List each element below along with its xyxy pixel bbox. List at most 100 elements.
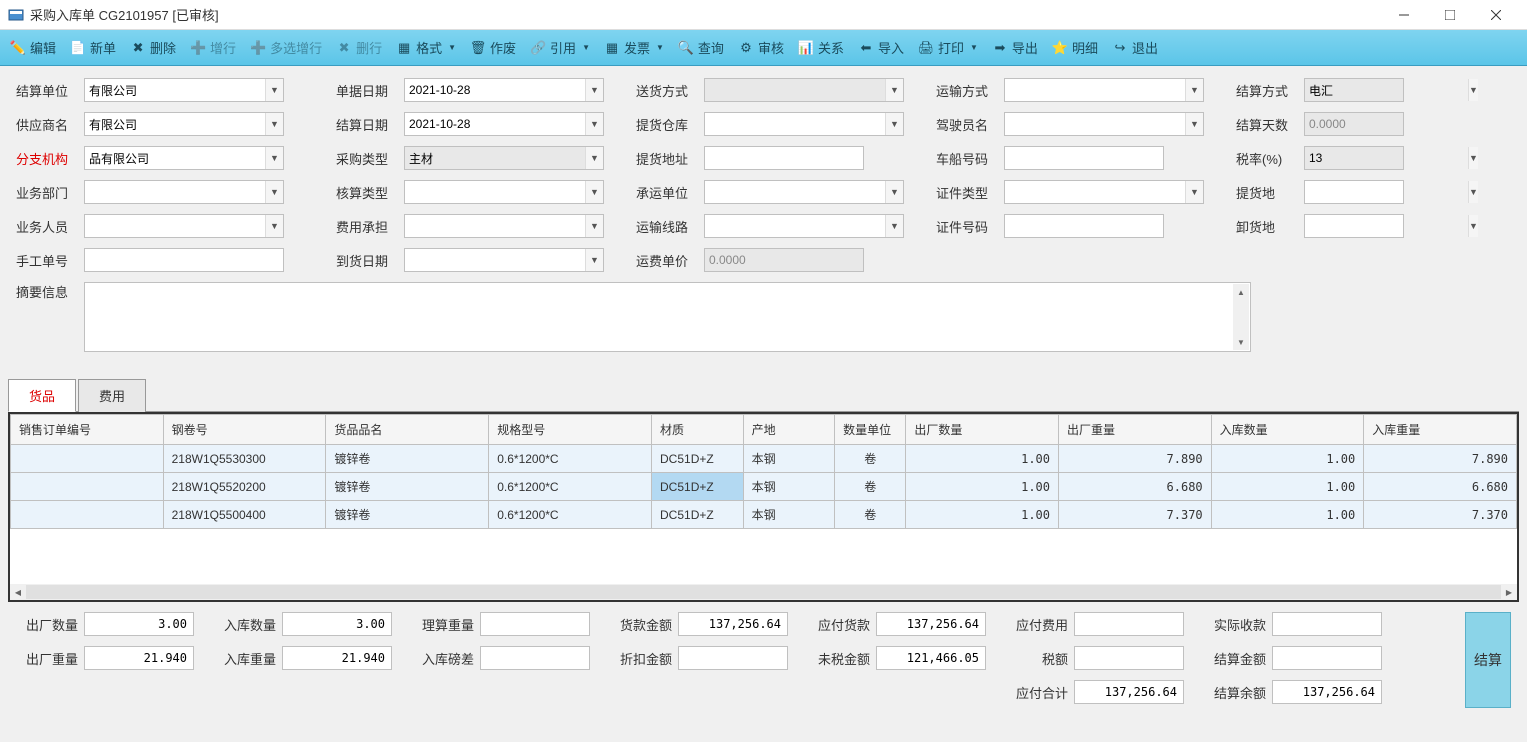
branch-combo[interactable]: ▼ <box>84 146 284 170</box>
delivery_method-combo[interactable]: ▼ <box>704 78 904 102</box>
cell-qty-in[interactable]: 1.00 <box>1211 473 1364 501</box>
summary-input[interactable]: ▲ ▼ <box>84 282 1251 352</box>
chevron-down-icon[interactable]: ▼ <box>1468 147 1478 169</box>
cell-order[interactable] <box>11 473 164 501</box>
cell-wt-out[interactable]: 7.890 <box>1059 445 1212 473</box>
discount-input[interactable] <box>678 646 788 670</box>
doc_date-input[interactable] <box>405 83 585 97</box>
col-header[interactable]: 货品品名 <box>326 415 489 445</box>
cell-material[interactable]: DC51D+Z <box>652 501 744 529</box>
out_wt-input[interactable] <box>84 646 194 670</box>
route-combo[interactable]: ▼ <box>704 214 904 238</box>
chevron-down-icon[interactable]: ▼ <box>1185 113 1203 135</box>
unload_place-input[interactable] <box>1305 219 1468 233</box>
edit-button[interactable]: ✏️编辑 <box>4 34 62 61</box>
cell-unit[interactable]: 卷 <box>835 501 906 529</box>
pickup_addr-input[interactable] <box>704 146 864 170</box>
chevron-down-icon[interactable]: ▼ <box>1185 79 1203 101</box>
export-button[interactable]: ➡导出 <box>986 34 1044 61</box>
cell-qty-in[interactable]: 1.00 <box>1211 445 1364 473</box>
dept-input[interactable] <box>85 185 265 199</box>
grid-hscrollbar[interactable]: ◀ ▶ <box>10 584 1517 600</box>
payable_total-input[interactable] <box>1074 680 1184 704</box>
table-row[interactable]: 218W1Q5530300 镀锌卷 0.6*1200*C DC51D+Z 本钢 … <box>11 445 1517 473</box>
purchase_type-input[interactable] <box>405 151 585 165</box>
dept-combo[interactable]: ▼ <box>84 180 284 204</box>
chevron-down-icon[interactable]: ▼ <box>265 215 283 237</box>
col-header[interactable]: 出厂数量 <box>906 415 1059 445</box>
col-header[interactable]: 数量单位 <box>835 415 906 445</box>
col-header[interactable]: 出厂重量 <box>1059 415 1212 445</box>
query-button[interactable]: 🔍查询 <box>672 34 730 61</box>
payable_fee-input[interactable] <box>1074 612 1184 636</box>
void-button[interactable]: 🗑作废 <box>464 34 522 61</box>
chevron-down-icon[interactable]: ▼ <box>1185 181 1203 203</box>
exit-button[interactable]: ↪退出 <box>1106 34 1164 61</box>
invoice-button[interactable]: ▦发票▼ <box>598 34 670 61</box>
pickup_place-combo[interactable]: ▼ <box>1304 180 1404 204</box>
cell-qty-out[interactable]: 1.00 <box>906 473 1059 501</box>
transport_method-combo[interactable]: ▼ <box>1004 78 1204 102</box>
table-row[interactable]: 218W1Q5520200 镀锌卷 0.6*1200*C DC51D+Z 本钢 … <box>11 473 1517 501</box>
col-header[interactable]: 材质 <box>652 415 744 445</box>
delete-button[interactable]: ✖删除 <box>124 34 182 61</box>
unload_place-combo[interactable]: ▼ <box>1304 214 1404 238</box>
import-button[interactable]: ⬅导入 <box>852 34 910 61</box>
cell-qty-in[interactable]: 1.00 <box>1211 501 1364 529</box>
settle_unit-combo[interactable]: ▼ <box>84 78 284 102</box>
cert_type-input[interactable] <box>1005 185 1185 199</box>
cell-material[interactable]: DC51D+Z <box>652 473 744 501</box>
tax_amt-input[interactable] <box>1074 646 1184 670</box>
in_wt-input[interactable] <box>282 646 392 670</box>
goods_amt-input[interactable] <box>678 612 788 636</box>
scroll-right-icon[interactable]: ▶ <box>1501 584 1517 600</box>
maximize-button[interactable] <box>1427 0 1473 30</box>
untaxed-input[interactable] <box>876 646 986 670</box>
chevron-down-icon[interactable]: ▼ <box>585 147 603 169</box>
cell-wt-in[interactable]: 7.890 <box>1364 445 1517 473</box>
settle_date-combo[interactable]: ▼ <box>404 112 604 136</box>
relation-button[interactable]: 📊关系 <box>792 34 850 61</box>
cell-name[interactable]: 镀锌卷 <box>326 473 489 501</box>
cell-order[interactable] <box>11 445 164 473</box>
cell-spec[interactable]: 0.6*1200*C <box>489 501 652 529</box>
settle_method-combo[interactable]: ▼ <box>1304 78 1404 102</box>
supplier-combo[interactable]: ▼ <box>84 112 284 136</box>
delivery_method-input[interactable] <box>705 83 885 97</box>
doc_date-combo[interactable]: ▼ <box>404 78 604 102</box>
summary-scrollbar[interactable]: ▲ ▼ <box>1233 284 1249 350</box>
staff-combo[interactable]: ▼ <box>84 214 284 238</box>
cell-origin[interactable]: 本钢 <box>743 445 835 473</box>
print-button[interactable]: 🖨打印▼ <box>912 34 984 61</box>
scroll-down-icon[interactable]: ▼ <box>1233 334 1249 350</box>
pickup_place-input[interactable] <box>1305 185 1468 199</box>
table-row[interactable]: 218W1Q5500400 镀锌卷 0.6*1200*C DC51D+Z 本钢 … <box>11 501 1517 529</box>
in_qty-input[interactable] <box>282 612 392 636</box>
cell-wt-in[interactable]: 6.680 <box>1364 473 1517 501</box>
col-header[interactable]: 产地 <box>743 415 835 445</box>
arrive_date-input[interactable] <box>405 253 585 267</box>
chevron-down-icon[interactable]: ▼ <box>265 113 283 135</box>
settle_balance-input[interactable] <box>1272 680 1382 704</box>
expense_bearer-input[interactable] <box>405 219 585 233</box>
settle_method-input[interactable] <box>1305 83 1468 97</box>
chevron-down-icon[interactable]: ▼ <box>885 181 903 203</box>
cell-unit[interactable]: 卷 <box>835 445 906 473</box>
cell-name[interactable]: 镀锌卷 <box>326 501 489 529</box>
chevron-down-icon[interactable]: ▼ <box>1468 79 1478 101</box>
cell-order[interactable] <box>11 501 164 529</box>
supplier-input[interactable] <box>85 117 265 131</box>
detail-button[interactable]: ⭐明细 <box>1046 34 1104 61</box>
cell-wt-out[interactable]: 7.370 <box>1059 501 1212 529</box>
chevron-down-icon[interactable]: ▼ <box>265 79 283 101</box>
scroll-left-icon[interactable]: ◀ <box>10 584 26 600</box>
expense_bearer-combo[interactable]: ▼ <box>404 214 604 238</box>
cell-coil[interactable]: 218W1Q5520200 <box>163 473 326 501</box>
chevron-down-icon[interactable]: ▼ <box>885 79 903 101</box>
chevron-down-icon[interactable]: ▼ <box>885 113 903 135</box>
vehicle_no-input[interactable] <box>1004 146 1164 170</box>
carrier-input[interactable] <box>705 185 885 199</box>
manual_no-input[interactable] <box>84 248 284 272</box>
cell-qty-out[interactable]: 1.00 <box>906 501 1059 529</box>
cell-wt-out[interactable]: 6.680 <box>1059 473 1212 501</box>
